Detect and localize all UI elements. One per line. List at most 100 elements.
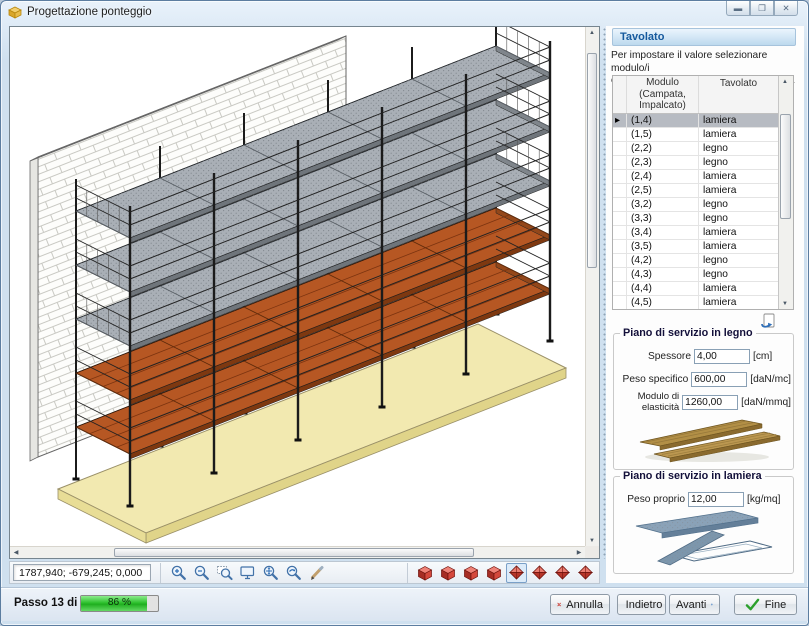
- cell-tavolato[interactable]: lamiera: [699, 170, 778, 183]
- scroll-up-icon[interactable]: ▲: [779, 76, 791, 87]
- zoom-previous-button[interactable]: [283, 563, 305, 583]
- scroll-right-icon[interactable]: ▶: [573, 547, 585, 558]
- cell-tavolato[interactable]: legno: [699, 198, 778, 211]
- diamond-view-1-button[interactable]: [506, 563, 527, 583]
- table-row[interactable]: (2,3) legno: [613, 156, 778, 170]
- viewport-vertical-scrollbar[interactable]: ▲ ▼: [585, 27, 599, 546]
- scroll-down-icon[interactable]: ▼: [586, 535, 598, 546]
- zoom-window-button[interactable]: [214, 563, 236, 583]
- cell-tavolato[interactable]: legno: [699, 156, 778, 169]
- cell-tavolato[interactable]: legno: [699, 254, 778, 267]
- cell-modulo[interactable]: (1,5): [627, 128, 699, 141]
- annulla-button[interactable]: Annulla: [550, 594, 610, 615]
- table-row[interactable]: (2,2) legno: [613, 142, 778, 156]
- table-scrollbar[interactable]: ▲ ▼: [778, 76, 793, 309]
- measure-button[interactable]: [306, 563, 328, 583]
- table-row[interactable]: (1,4) lamiera: [613, 114, 778, 128]
- minimize-button[interactable]: ▬: [726, 1, 750, 16]
- zoom-extents-button[interactable]: [237, 563, 259, 583]
- cell-tavolato[interactable]: legno: [699, 142, 778, 155]
- window-titlebar[interactable]: Progettazione ponteggio ▬ ❐ ✕: [1, 1, 808, 23]
- peso-specifico-input[interactable]: [691, 372, 747, 387]
- groupbox-lamiera-title: Piano di servizio in lamiera: [620, 470, 765, 482]
- table-row[interactable]: (4,2) legno: [613, 254, 778, 268]
- cell-modulo[interactable]: (3,3): [627, 212, 699, 225]
- cell-tavolato[interactable]: lamiera: [699, 114, 778, 127]
- cell-tavolato[interactable]: legno: [699, 268, 778, 281]
- avanti-button[interactable]: Avanti: [669, 594, 720, 615]
- table-row[interactable]: (4,5) lamiera: [613, 296, 778, 309]
- cube-view-3-button[interactable]: [460, 563, 481, 583]
- diamond-view-4-button[interactable]: [575, 563, 596, 583]
- table-row[interactable]: (1,5) lamiera: [613, 128, 778, 142]
- table-row[interactable]: (4,4) lamiera: [613, 282, 778, 296]
- diamond-view-2-button[interactable]: [529, 563, 550, 583]
- table-row[interactable]: (3,2) legno: [613, 198, 778, 212]
- scroll-down-icon[interactable]: ▼: [779, 298, 791, 309]
- scroll-up-icon[interactable]: ▲: [586, 27, 598, 38]
- cell-modulo[interactable]: (4,4): [627, 282, 699, 295]
- tavolato-table[interactable]: Modulo (Campata, Impalcato) Tavolato (1,…: [612, 75, 794, 310]
- cube-view-1-button[interactable]: [414, 563, 435, 583]
- cube-icon: [417, 565, 433, 581]
- cell-modulo[interactable]: (3,5): [627, 240, 699, 253]
- cell-modulo[interactable]: (2,2): [627, 142, 699, 155]
- peso-specifico-unit: [daN/mc]: [747, 374, 791, 385]
- row-marker: [613, 170, 627, 183]
- peso-proprio-label: Peso proprio: [614, 494, 688, 505]
- cell-tavolato[interactable]: lamiera: [699, 128, 778, 141]
- table-row[interactable]: (2,4) lamiera: [613, 170, 778, 184]
- zoom-dynamic-button[interactable]: [260, 563, 282, 583]
- peso-proprio-input[interactable]: [688, 492, 744, 507]
- indietro-button[interactable]: Indietro: [617, 594, 666, 615]
- cube-view-4-button[interactable]: [483, 563, 504, 583]
- row-marker: [613, 114, 627, 127]
- row-marker-gutter: [613, 76, 627, 113]
- cell-modulo[interactable]: (3,2): [627, 198, 699, 211]
- zoom-in-button[interactable]: [168, 563, 190, 583]
- cell-modulo[interactable]: (2,4): [627, 170, 699, 183]
- table-row[interactable]: (3,5) lamiera: [613, 240, 778, 254]
- table-row[interactable]: (2,5) lamiera: [613, 184, 778, 198]
- cell-modulo[interactable]: (4,3): [627, 268, 699, 281]
- cell-tavolato[interactable]: lamiera: [699, 226, 778, 239]
- scroll-left-icon[interactable]: ◀: [10, 547, 22, 558]
- row-marker: [613, 128, 627, 141]
- cell-modulo[interactable]: (4,2): [627, 254, 699, 267]
- viewport-horizontal-scrollbar[interactable]: ◀ ▶: [10, 546, 585, 558]
- cell-tavolato[interactable]: lamiera: [699, 240, 778, 253]
- diamond-view-3-button[interactable]: [552, 563, 573, 583]
- cell-modulo[interactable]: (1,4): [627, 114, 699, 127]
- row-marker: [613, 254, 627, 267]
- cell-modulo[interactable]: (2,3): [627, 156, 699, 169]
- fine-button[interactable]: Fine: [734, 594, 797, 615]
- cell-modulo[interactable]: (3,4): [627, 226, 699, 239]
- cube-icon: [463, 565, 479, 581]
- table-row[interactable]: (3,3) legno: [613, 212, 778, 226]
- spessore-label: Spessore: [614, 351, 694, 362]
- check-icon: [745, 598, 760, 611]
- cell-modulo[interactable]: (2,5): [627, 184, 699, 197]
- modulo-elasticita-input[interactable]: [682, 395, 738, 410]
- apply-selection-button[interactable]: [758, 312, 778, 331]
- modulo-elasticita-unit: [daN/mmq]: [738, 397, 791, 408]
- cell-tavolato[interactable]: lamiera: [699, 282, 778, 295]
- zoom-out-button[interactable]: [191, 563, 213, 583]
- viewport-canvas[interactable]: [10, 27, 585, 546]
- app-window: Progettazione ponteggio ▬ ❐ ✕: [0, 0, 809, 626]
- cell-tavolato[interactable]: lamiera: [699, 296, 778, 309]
- annulla-label: Annulla: [566, 599, 603, 611]
- cell-modulo[interactable]: (4,5): [627, 296, 699, 309]
- spessore-input[interactable]: [694, 349, 750, 364]
- scaffolding-3d-view: [10, 27, 585, 546]
- table-row[interactable]: (4,3) legno: [613, 268, 778, 282]
- cube-view-2-button[interactable]: [437, 563, 458, 583]
- maximize-button[interactable]: ❐: [750, 1, 774, 16]
- row-marker: [613, 226, 627, 239]
- cell-tavolato[interactable]: lamiera: [699, 184, 778, 197]
- diamond-icon: [555, 565, 570, 580]
- close-button[interactable]: ✕: [774, 1, 798, 16]
- table-row[interactable]: (3,4) lamiera: [613, 226, 778, 240]
- row-marker: [613, 282, 627, 295]
- cell-tavolato[interactable]: legno: [699, 212, 778, 225]
